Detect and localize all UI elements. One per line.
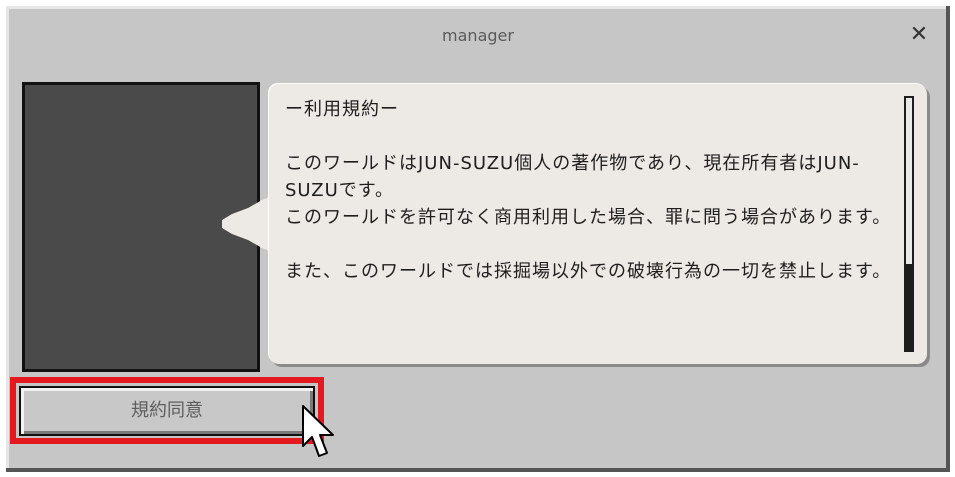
dialog-title: manager — [442, 26, 514, 45]
terms-scrollbar[interactable] — [904, 96, 914, 352]
close-icon[interactable]: ✕ — [906, 22, 932, 48]
terms-body: このワールドはJUN-SUZU個人の著作物であり、現在所有者はJUN-SUZUで… — [285, 153, 892, 282]
agree-terms-button[interactable]: 規約同意 — [19, 386, 315, 436]
terms-text: ー利用規約ー このワールドはJUN-SUZU個人の著作物であり、現在所有者はJU… — [285, 96, 895, 285]
speech-bubble: ー利用規約ー このワールドはJUN-SUZU個人の著作物であり、現在所有者はJU… — [269, 84, 927, 364]
scrollbar-thumb[interactable] — [904, 96, 914, 266]
mouse-pointer-icon — [302, 405, 334, 457]
terms-heading: ー利用規約ー — [285, 99, 399, 120]
